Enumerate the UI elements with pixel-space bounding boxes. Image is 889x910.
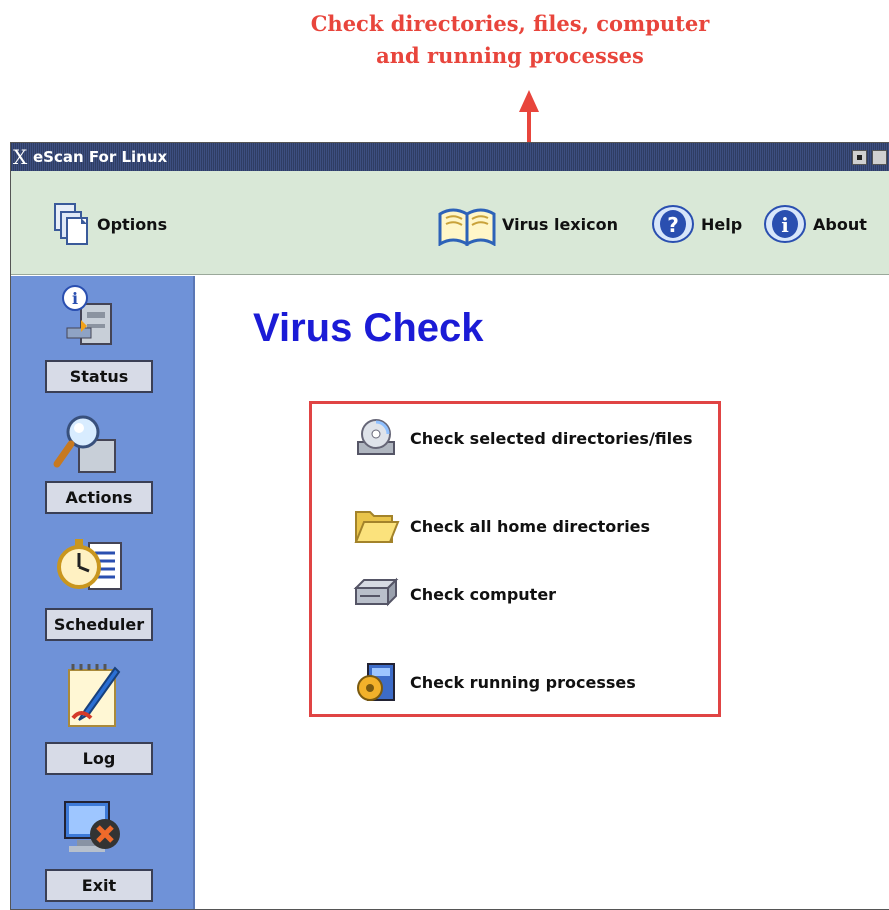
svg-text:i: i xyxy=(781,213,789,237)
help-question-icon: ? xyxy=(652,205,694,243)
x-logo-icon: X xyxy=(13,145,28,169)
close-button[interactable] xyxy=(872,150,887,165)
minimize-button[interactable] xyxy=(852,150,867,165)
check-home-dirs-option[interactable]: Check all home directories xyxy=(352,504,650,548)
about-info-icon: i xyxy=(764,205,806,243)
callout-arrow-head xyxy=(519,90,539,112)
about-label: About xyxy=(813,214,867,234)
check-processes-label: Check running processes xyxy=(410,672,636,692)
check-computer-label: Check computer xyxy=(410,584,557,604)
title-bar[interactable]: X eScan For Linux xyxy=(11,143,889,171)
options-label: Options xyxy=(97,214,168,234)
main-content: Virus Check Check selected directories/f… xyxy=(195,276,889,909)
virus-lexicon-label: Virus lexicon xyxy=(502,214,618,234)
app-window: X eScan For Linux Options Virus lexicon xyxy=(10,142,889,910)
toolbar: Options Virus lexicon ? Help i About xyxy=(11,171,889,275)
callout-annotation: Check directories, files, computer and r… xyxy=(250,8,770,72)
status-info-icon[interactable]: i xyxy=(51,284,131,358)
check-selected-label: Check selected directories/files xyxy=(410,428,693,448)
cd-drive-icon xyxy=(357,419,395,455)
hard-drive-icon xyxy=(353,577,399,607)
folder-open-icon xyxy=(354,511,400,543)
clock-schedule-icon[interactable] xyxy=(51,531,131,605)
svg-text:i: i xyxy=(72,289,78,308)
check-computer-option[interactable]: Check computer xyxy=(352,576,556,612)
check-selected-option[interactable]: Check selected directories/files xyxy=(352,416,693,460)
check-home-dirs-label: Check all home directories xyxy=(410,516,651,536)
sidebar-item-status[interactable]: Status xyxy=(45,360,153,393)
window-title: eScan For Linux xyxy=(33,148,168,166)
page-title: Virus Check xyxy=(253,306,484,350)
sidebar: i Status Actions Scheduler Log Exit xyxy=(11,276,195,909)
callout-line-2: and running processes xyxy=(376,43,644,68)
search-magnifier-icon[interactable] xyxy=(51,410,131,484)
notepad-pencil-icon[interactable] xyxy=(51,660,131,734)
highlight-box: Check selected directories/files Check a… xyxy=(309,401,721,717)
exit-monitor-icon[interactable] xyxy=(51,792,131,866)
svg-text:?: ? xyxy=(667,213,679,237)
about-button[interactable]: i About xyxy=(763,199,867,249)
options-pages-icon xyxy=(54,203,88,245)
sidebar-item-exit[interactable]: Exit xyxy=(45,869,153,902)
sidebar-item-scheduler[interactable]: Scheduler xyxy=(45,608,153,641)
callout-line-1: Check directories, files, computer xyxy=(310,11,710,36)
check-processes-option[interactable]: Check running processes xyxy=(352,660,636,704)
help-label: Help xyxy=(701,214,743,234)
options-button[interactable]: Options xyxy=(51,199,167,249)
virus-lexicon-button[interactable]: Virus lexicon xyxy=(438,199,618,249)
book-icon xyxy=(438,208,496,246)
help-button[interactable]: ? Help xyxy=(651,199,742,249)
sidebar-item-log[interactable]: Log xyxy=(45,742,153,775)
sidebar-item-actions[interactable]: Actions xyxy=(45,481,153,514)
process-shield-icon xyxy=(357,663,395,701)
